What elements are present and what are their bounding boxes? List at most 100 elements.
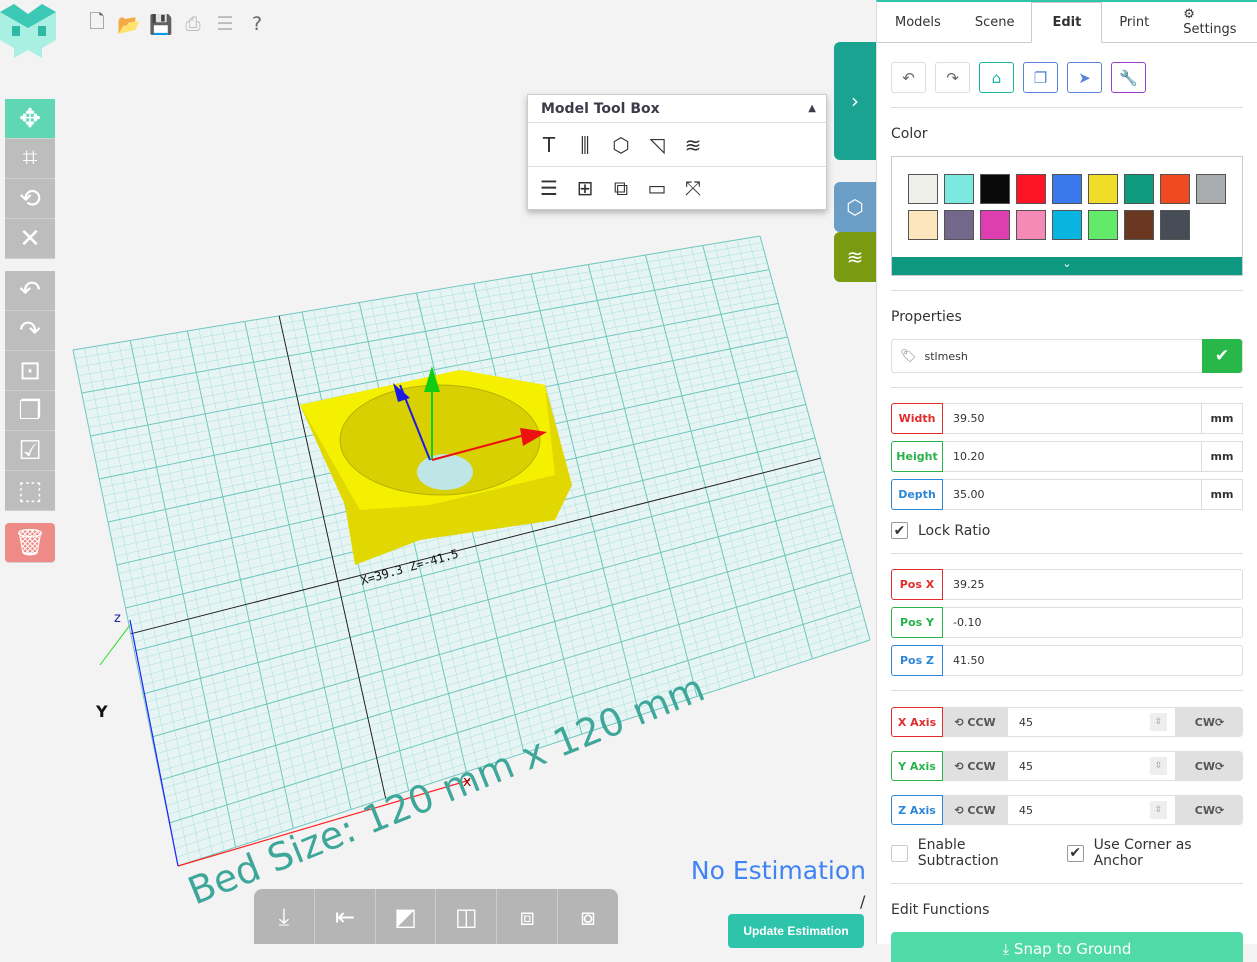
color-swatch[interactable] (980, 210, 1010, 240)
color-swatch[interactable] (1016, 210, 1046, 240)
copy-button[interactable]: ❐ (1023, 62, 1058, 93)
bottom-toolbar: ⤓ ⇤ ◩ ◫ ⧈ ⧇ (254, 889, 618, 944)
collapse-icon[interactable]: ▲ (808, 103, 816, 114)
select-check-tool-button[interactable]: ☑ (5, 431, 55, 471)
width-input[interactable]: 39.50 (943, 403, 1202, 434)
corner-anchor-checkbox[interactable]: ✔ Use Corner as Anchor (1066, 837, 1243, 869)
home-button[interactable]: ⌂ (979, 62, 1014, 93)
z-axis-angle-value[interactable]: 45 (1019, 804, 1033, 817)
color-swatch[interactable] (908, 174, 938, 204)
ruler-tool-icon[interactable]: ▭ (644, 175, 670, 201)
mirror-button[interactable]: ◩ (376, 889, 437, 944)
z-axis-ccw-button[interactable]: ⟲ CCW (943, 795, 1007, 825)
spinner-icon[interactable]: ⇳ (1150, 757, 1167, 775)
quarter-round-tool-icon[interactable]: ◹ (644, 132, 670, 158)
view-cube-button[interactable]: ⬡ (834, 182, 876, 232)
x-axis-cw-button[interactable]: CW⟳ (1176, 707, 1243, 737)
tab-print[interactable]: Print (1102, 2, 1166, 42)
screw-tool-icon[interactable]: ⫼ (572, 132, 598, 158)
spinner-icon[interactable]: ⇳ (1150, 801, 1167, 819)
z-axis-angle-input[interactable]: 45 ⇳ (1007, 795, 1176, 825)
color-swatch[interactable] (1124, 174, 1154, 204)
move-tool-button[interactable]: ✥ (5, 99, 55, 139)
x-axis-angle-input[interactable]: 45 ⇳ (1007, 707, 1176, 737)
close-tool-button[interactable]: ✕ (5, 219, 55, 259)
center-grid-tool-icon[interactable]: ⊞ (572, 175, 598, 201)
sliders-icon[interactable]: ☰ (214, 12, 236, 36)
align-tool-icon[interactable]: ⧉ (608, 175, 634, 201)
open-folder-icon[interactable]: 📂 (117, 12, 141, 36)
lock-ratio-label: Lock Ratio (918, 522, 991, 539)
pos-x-input[interactable]: 39.25 (943, 569, 1243, 600)
tab-settings[interactable]: ⚙ Settings (1166, 2, 1257, 42)
3d-viewport[interactable]: X=39.3 Z=-41.5 Bed Size: 120 mm x 120 mm Y… (0, 0, 876, 948)
spinner-icon[interactable]: ⇳ (1150, 713, 1167, 731)
rotate-tool-button[interactable]: ⟲ (5, 179, 55, 219)
align-center-button[interactable]: ◫ (436, 889, 498, 944)
text-tool-icon[interactable]: T (536, 132, 562, 158)
layers-tool-icon[interactable]: ≋ (680, 132, 706, 158)
enable-subtraction-checkbox[interactable]: Enable Subtraction (891, 837, 1049, 869)
print-icon[interactable]: ⎙ (182, 12, 204, 36)
panel-toggle-button[interactable]: › (834, 42, 876, 160)
help-icon[interactable]: ? (246, 12, 268, 36)
color-swatch[interactable] (1052, 174, 1082, 204)
model-name[interactable]: stlmesh (925, 350, 1202, 363)
confirm-name-button[interactable]: ✔ (1202, 339, 1242, 373)
height-input[interactable]: 10.20 (943, 441, 1202, 472)
pos-y-input[interactable]: -0.10 (943, 607, 1243, 638)
redo-button[interactable]: ↷ (935, 62, 970, 93)
split-button[interactable]: ⧇ (558, 889, 618, 944)
snap-to-ground-button[interactable]: ⤓ Snap to Ground (891, 932, 1243, 962)
y-axis-cw-button[interactable]: CW⟳ (1176, 751, 1243, 781)
merge-button[interactable]: ⧈ (497, 889, 559, 944)
tab-edit[interactable]: Edit (1031, 2, 1103, 43)
x-axis-ccw-button[interactable]: ⟲ CCW (943, 707, 1007, 737)
pos-z-input[interactable]: 41.50 (943, 645, 1243, 676)
expand-colors-button[interactable]: ⌄ (892, 257, 1242, 275)
color-swatch[interactable] (908, 210, 938, 240)
color-swatch[interactable] (1196, 174, 1226, 204)
color-swatch[interactable] (1088, 210, 1118, 240)
undo-button[interactable]: ↶ (891, 62, 926, 93)
cube-tool-icon[interactable]: ⬡ (608, 132, 634, 158)
y-axis-ccw-button[interactable]: ⟲ CCW (943, 751, 1007, 781)
x-axis-angle-value[interactable]: 45 (1019, 716, 1033, 729)
redo-tool-button[interactable]: ↷ (5, 311, 55, 351)
color-swatch[interactable] (1124, 210, 1154, 240)
tab-models[interactable]: Models (878, 2, 958, 42)
color-swatch[interactable] (1160, 210, 1190, 240)
save-icon[interactable]: 💾 (149, 12, 173, 36)
wrench-button[interactable]: 🔧 (1111, 62, 1146, 93)
center-tool-button[interactable]: ⊡ (5, 351, 55, 391)
color-swatch[interactable] (944, 174, 974, 204)
list-tool-icon[interactable]: ☰ (536, 175, 562, 201)
copy-tool-button[interactable]: ❐ (5, 391, 55, 431)
pointer-button[interactable]: ➤ (1067, 62, 1102, 93)
crop-tool-button[interactable]: ⌗ (5, 139, 55, 179)
undo-tool-button[interactable]: ↶ (5, 271, 55, 311)
tab-scene[interactable]: Scene (958, 2, 1032, 42)
delete-button[interactable]: 🗑 (5, 523, 55, 563)
select-region-tool-button[interactable]: ⬚ (5, 471, 55, 511)
align-ground-button[interactable]: ⇤ (315, 889, 376, 944)
layers-button[interactable]: ≋ (834, 232, 876, 282)
y-axis-angle-value[interactable]: 45 (1019, 760, 1033, 773)
color-swatch[interactable] (1088, 174, 1118, 204)
drop-to-ground-button[interactable]: ⤓ (254, 889, 315, 944)
expand-tool-icon[interactable]: ⤧ (680, 175, 706, 201)
update-estimation-button[interactable]: Update Estimation (728, 914, 864, 948)
cube-icon: ⬡ (846, 195, 864, 219)
unit-label: mm (1202, 441, 1243, 472)
color-swatch[interactable] (1052, 210, 1082, 240)
color-swatch[interactable] (980, 174, 1010, 204)
new-file-icon[interactable]: 🗋 (86, 11, 108, 36)
model-name-field[interactable]: 🏷 stlmesh ✔ (891, 339, 1243, 373)
color-swatch[interactable] (944, 210, 974, 240)
color-swatch[interactable] (1160, 174, 1190, 204)
lock-ratio-checkbox[interactable]: ✔ Lock Ratio (891, 522, 1243, 539)
color-swatch[interactable] (1016, 174, 1046, 204)
y-axis-angle-input[interactable]: 45 ⇳ (1007, 751, 1176, 781)
z-axis-cw-button[interactable]: CW⟳ (1176, 795, 1243, 825)
depth-input[interactable]: 35.00 (943, 479, 1202, 510)
